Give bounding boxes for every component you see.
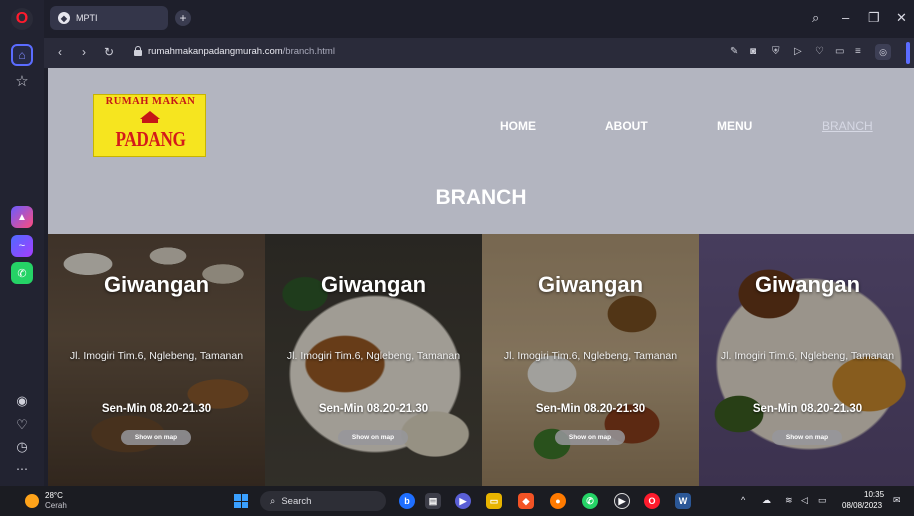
more-icon[interactable]: ⋯ <box>11 458 33 480</box>
branch-name: Giwangan <box>320 272 427 297</box>
address-bar: ‹ › ↻ rumahmakanpadangmurah.com/branch.h… <box>44 38 914 68</box>
page-title: BRANCH <box>435 186 527 209</box>
restore-icon[interactable]: ❐ <box>868 10 880 26</box>
tray-chevron-icon[interactable]: ^ <box>741 495 745 505</box>
battery-icon[interactable]: ▭ <box>835 46 844 57</box>
lock-icon <box>134 46 142 56</box>
branch-address: Jl. Imogiri Tim.6, Nglebeng, Tamanan <box>720 350 895 362</box>
branch-hours: Sen-Min 08.20-21.30 <box>752 403 863 415</box>
branch-card: Giwangan Jl. Imogiri Tim.6, Nglebeng, Ta… <box>699 234 914 486</box>
branch-hours: Sen-Min 08.20-21.30 <box>101 403 212 415</box>
search-label: Search <box>281 495 312 507</box>
search-icon: ⌕ <box>270 495 276 507</box>
profile-icon[interactable]: ◎ <box>875 44 891 60</box>
branch-name: Giwangan <box>537 272 644 297</box>
nav-home[interactable]: HOME <box>500 119 536 133</box>
show-on-map-button[interactable]: Show on map <box>121 430 191 445</box>
heart-icon[interactable]: ♡ <box>11 414 33 436</box>
tab-search-icon[interactable]: ⌕ <box>812 10 819 26</box>
browser-sidebar: O ⌂ ☆ ▲ ~ ✆ ◉ ♡ ◷ ⋯ <box>0 0 44 486</box>
branch-name: Giwangan <box>103 272 210 297</box>
history-icon[interactable]: ◷ <box>11 436 33 458</box>
tab-bar: ◆ MPTI + ⌕ – ❐ ✕ <box>44 0 914 38</box>
url-path: /branch.html <box>282 46 335 57</box>
branch-address: Jl. Imogiri Tim.6, Nglebeng, Tamanan <box>69 350 244 362</box>
url-domain: rumahmakanpadangmurah.com <box>148 46 283 57</box>
clock-date[interactable]: 08/08/2023 <box>842 501 882 510</box>
app-icon-1[interactable]: b <box>399 493 415 509</box>
browser-tab[interactable]: ◆ MPTI <box>50 6 168 30</box>
branch-hours: Sen-Min 08.20-21.30 <box>318 403 429 415</box>
branch-list: Giwangan Jl. Imogiri Tim.6, Nglebeng, Ta… <box>48 234 914 486</box>
tab-favicon-icon: ◆ <box>58 12 70 24</box>
reload-icon[interactable]: ↻ <box>104 45 114 59</box>
camera-icon[interactable]: ◙ <box>750 46 756 57</box>
nav-branch[interactable]: BRANCH <box>822 119 873 133</box>
back-icon[interactable]: ‹ <box>58 45 62 59</box>
messenger-icon[interactable]: ~ <box>11 235 33 257</box>
show-on-map-button[interactable]: Show on map <box>555 430 625 445</box>
branch-hours: Sen-Min 08.20-21.30 <box>535 403 646 415</box>
url-field[interactable]: rumahmakanpadangmurah.com/branch.html <box>148 46 335 57</box>
opera-logo-icon[interactable]: O <box>11 8 33 30</box>
player-icon[interactable]: ◉ <box>11 390 33 412</box>
branch-card: Giwangan Jl. Imogiri Tim.6, Nglebeng, Ta… <box>482 234 699 486</box>
bookmarks-icon[interactable]: ☆ <box>11 70 33 92</box>
heart-outline-icon[interactable]: ♡ <box>815 46 824 57</box>
send-icon[interactable]: ▷ <box>794 46 802 57</box>
home-icon[interactable]: ⌂ <box>11 44 33 66</box>
branch-card: Giwangan Jl. Imogiri Tim.6, Nglebeng, Ta… <box>48 234 265 486</box>
new-tab-button[interactable]: + <box>175 10 191 26</box>
nav-about[interactable]: ABOUT <box>605 119 648 133</box>
opera-taskbar-icon[interactable]: O <box>644 493 660 509</box>
sidebar-accent-strip <box>906 42 910 64</box>
app-icon-2[interactable]: ▤ <box>425 493 441 509</box>
nav-menu[interactable]: MENU <box>717 119 752 133</box>
logo-roof-icon <box>140 111 160 119</box>
battery-tray-icon[interactable]: ▭ <box>818 495 827 506</box>
firefox-icon[interactable]: ● <box>550 493 566 509</box>
whatsapp-icon[interactable]: ✆ <box>11 262 33 284</box>
word-icon[interactable]: W <box>675 493 691 509</box>
branch-card: Giwangan Jl. Imogiri Tim.6, Nglebeng, Ta… <box>265 234 482 486</box>
show-on-map-button[interactable]: Show on map <box>772 430 842 445</box>
logo-top-text: RUMAH MAKAN <box>105 96 196 107</box>
weather-temp: 28°C <box>45 491 63 500</box>
tab-title: MPTI <box>76 13 98 23</box>
edit-icon[interactable]: ✎ <box>730 46 738 57</box>
site-logo[interactable]: RUMAH MAKAN PADANG MURAH <box>93 94 206 157</box>
aria-ai-icon[interactable]: ▲ <box>11 206 33 228</box>
wifi-icon[interactable]: ≋ <box>785 495 793 506</box>
branch-address: Jl. Imogiri Tim.6, Nglebeng, Tamanan <box>286 350 461 362</box>
shield-icon[interactable]: ⛨ <box>772 46 780 57</box>
meet-icon[interactable]: ▶ <box>455 493 471 509</box>
notification-icon[interactable]: ✉ <box>893 495 901 506</box>
site-header: RUMAH MAKAN PADANG MURAH HOME ABOUT MENU… <box>48 68 914 234</box>
logo-badge <box>142 119 158 123</box>
taskbar-search[interactable]: ⌕ Search <box>260 491 386 511</box>
app-icon-5[interactable]: ◆ <box>518 493 534 509</box>
branch-address: Jl. Imogiri Tim.6, Nglebeng, Tamanan <box>503 350 678 362</box>
media-player-icon[interactable]: ▶ <box>614 493 630 509</box>
easy-setup-icon[interactable]: ≡ <box>855 46 861 57</box>
web-page: RUMAH MAKAN PADANG MURAH HOME ABOUT MENU… <box>48 68 914 486</box>
file-explorer-icon[interactable]: ▭ <box>486 493 502 509</box>
start-icon[interactable] <box>234 494 248 508</box>
logo-main-text: PADANG MURAH <box>115 127 186 151</box>
show-on-map-button[interactable]: Show on map <box>338 430 408 445</box>
screen: O ⌂ ☆ ▲ ~ ✆ ◉ ♡ ◷ ⋯ ◆ MPTI + ⌕ – ❐ ✕ ‹ ›… <box>0 0 914 516</box>
volume-icon[interactable]: ◁ <box>801 495 808 506</box>
taskbar: 28°C Cerah ⌕ Search b ▤ ▶ ▭ ◆ ● ✆ ▶ O W … <box>0 486 914 516</box>
weather-sun-icon[interactable] <box>25 494 39 508</box>
minimize-icon[interactable]: – <box>842 10 849 25</box>
weather-desc: Cerah <box>45 501 67 510</box>
clock-time[interactable]: 10:35 <box>864 490 884 499</box>
whatsapp-taskbar-icon[interactable]: ✆ <box>582 493 598 509</box>
branch-name: Giwangan <box>754 272 861 297</box>
cloud-icon[interactable]: ☁ <box>762 495 771 506</box>
close-icon[interactable]: ✕ <box>896 10 907 26</box>
forward-icon[interactable]: › <box>82 45 86 59</box>
